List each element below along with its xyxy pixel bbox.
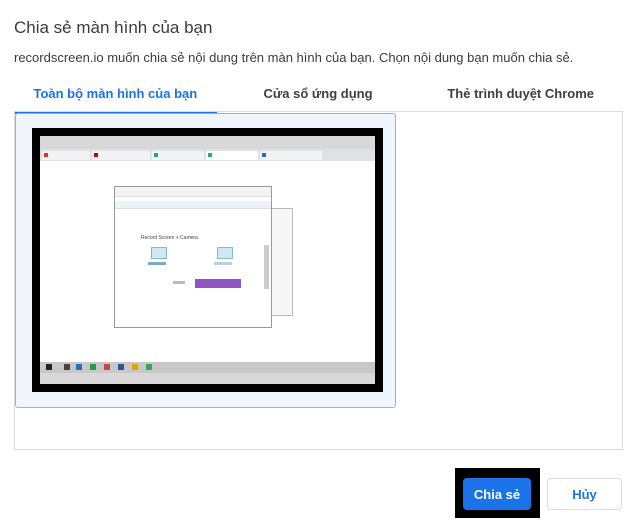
source-list-panel: Record Screen + Camera (14, 111, 623, 450)
thumb-browser-tabbar (40, 149, 375, 161)
tab-chrome-tab[interactable]: Thẻ trình duyệt Chrome (419, 80, 622, 112)
dialog-description: recordscreen.io muốn chia sẻ nội dung tr… (14, 50, 574, 65)
tab-entire-screen[interactable]: Toàn bộ màn hình của bạn (14, 80, 217, 114)
thumb-foreground-window: Record Screen + Camera (114, 186, 272, 328)
dialog-title: Chia sẻ màn hình của bạn (14, 18, 213, 37)
thumb-tab (260, 151, 322, 160)
thumb-tab (206, 151, 258, 160)
tab-application-window[interactable]: Cửa sổ ứng dụng (217, 80, 420, 112)
thumb-tab (42, 151, 90, 160)
source-tabs: Toàn bộ màn hình của bạn Cửa sổ ứng dụng… (14, 80, 622, 114)
screen-thumbnail-card[interactable]: Record Screen + Camera (15, 113, 396, 408)
screen-thumbnail-image: Record Screen + Camera (40, 136, 375, 384)
monitor-icon (151, 247, 167, 259)
cancel-button[interactable]: Hủy (547, 478, 622, 510)
thumb-taskbar (40, 362, 375, 373)
thumb-tab (152, 151, 204, 160)
monitor-icon (217, 247, 233, 259)
share-button[interactable]: Chia sẻ (463, 478, 531, 510)
screen-thumbnail-frame: Record Screen + Camera (32, 128, 383, 392)
thumb-inner-heading: Record Screen + Camera (141, 235, 198, 241)
thumb-tab (92, 151, 150, 160)
